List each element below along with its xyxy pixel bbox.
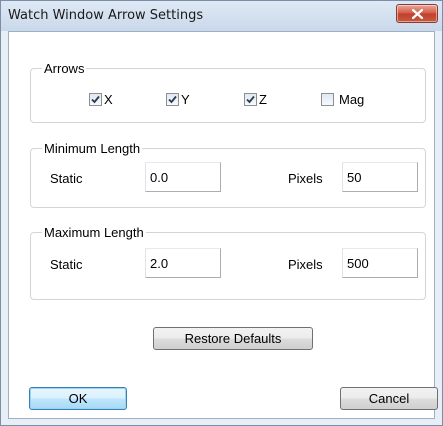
dialog-body: Arrows X Y Z Mag Minimum Length Static 0… <box>8 31 438 419</box>
window-title: Watch Window Arrow Settings <box>8 8 204 23</box>
checkbox-z-label: Z <box>259 92 267 107</box>
checkbox-x[interactable]: X <box>89 92 113 107</box>
check-mark-icon <box>246 95 255 104</box>
checkbox-z-box[interactable] <box>244 93 257 106</box>
maximum-length-group: Maximum Length Static Pixels <box>30 225 426 300</box>
checkbox-z[interactable]: Z <box>244 92 267 107</box>
min-pixels-label: Pixels <box>288 171 323 186</box>
minimum-length-group-label: Minimum Length <box>42 141 143 156</box>
checkbox-x-label: X <box>104 92 113 107</box>
dialog-window: Watch Window Arrow Settings Arrows X Y Z… <box>0 0 443 426</box>
max-pixels-label: Pixels <box>288 257 323 272</box>
checkbox-mag-label: Mag <box>339 92 365 107</box>
title-bar[interactable]: Watch Window Arrow Settings <box>1 1 442 31</box>
checkbox-x-box[interactable] <box>89 93 102 106</box>
arrows-group: Arrows X Y Z Mag <box>30 61 426 123</box>
restore-defaults-button[interactable]: Restore Defaults <box>153 327 313 350</box>
min-pixels-input[interactable] <box>342 162 418 192</box>
close-button[interactable] <box>396 4 438 23</box>
checkbox-y-label: Y <box>181 92 190 107</box>
minimum-length-group: Minimum Length Static Pixels <box>30 141 426 208</box>
checkbox-y[interactable]: Y <box>166 92 190 107</box>
ok-button[interactable]: OK <box>29 387 127 410</box>
close-icon <box>412 9 423 19</box>
check-mark-icon <box>168 95 177 104</box>
arrows-group-label: Arrows <box>42 61 87 76</box>
min-static-label: Static <box>50 171 83 186</box>
min-static-input[interactable] <box>145 162 221 192</box>
check-mark-icon <box>91 95 100 104</box>
maximum-length-group-label: Maximum Length <box>42 225 146 240</box>
cancel-button[interactable]: Cancel <box>340 387 438 410</box>
max-pixels-input[interactable] <box>342 248 418 278</box>
max-static-input[interactable] <box>145 248 221 278</box>
checkbox-mag[interactable]: Mag <box>321 92 364 107</box>
max-static-label: Static <box>50 257 83 272</box>
checkbox-mag-box[interactable] <box>321 93 334 106</box>
checkbox-y-box[interactable] <box>166 93 179 106</box>
